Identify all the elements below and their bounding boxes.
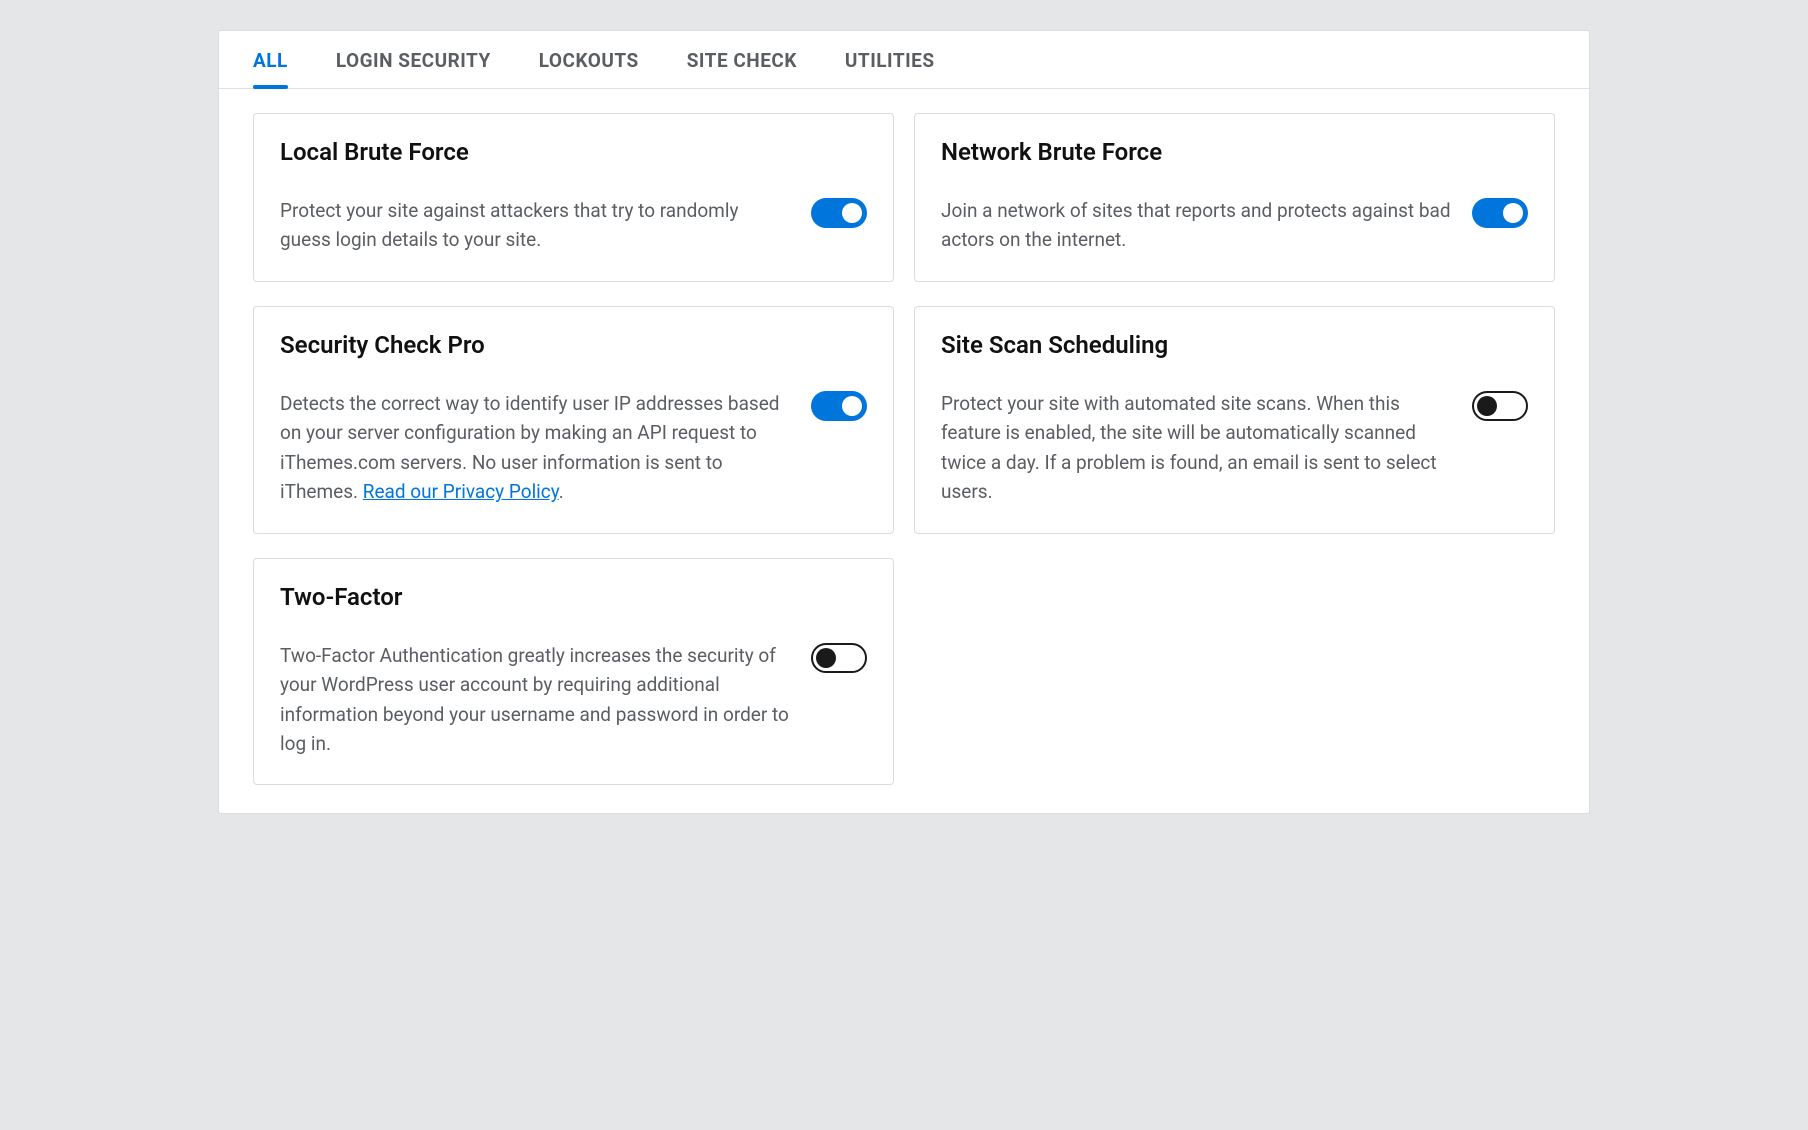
card-title: Two-Factor [280, 583, 867, 611]
card-description: Two-Factor Authentication greatly increa… [280, 641, 791, 759]
toggle-knob [1503, 203, 1523, 223]
card-security-check-pro: Security Check Pro Detects the correct w… [253, 306, 894, 534]
desc-suffix: . [559, 480, 564, 503]
card-body: Protect your site with automated site sc… [941, 389, 1528, 507]
toggle-two-factor[interactable] [811, 643, 867, 673]
toggle-site-scan-scheduling[interactable] [1472, 391, 1528, 421]
card-description: Protect your site with automated site sc… [941, 389, 1452, 507]
tab-all[interactable]: ALL [253, 49, 288, 88]
card-title: Network Brute Force [941, 138, 1528, 166]
settings-panel: ALL LOGIN SECURITY LOCKOUTS SITE CHECK U… [218, 30, 1590, 814]
toggle-knob [816, 648, 836, 668]
card-site-scan-scheduling: Site Scan Scheduling Protect your site w… [914, 306, 1555, 534]
card-description: Protect your site against attackers that… [280, 196, 791, 255]
card-body: Protect your site against attackers that… [280, 196, 867, 255]
privacy-policy-link[interactable]: Read our Privacy Policy [363, 480, 559, 503]
toggle-network-brute-force[interactable] [1472, 198, 1528, 228]
tab-site-check[interactable]: SITE CHECK [687, 49, 797, 88]
card-two-factor: Two-Factor Two-Factor Authentication gre… [253, 558, 894, 786]
card-body: Two-Factor Authentication greatly increa… [280, 641, 867, 759]
toggle-knob [1477, 396, 1497, 416]
tabs: ALL LOGIN SECURITY LOCKOUTS SITE CHECK U… [219, 31, 1589, 89]
card-body: Detects the correct way to identify user… [280, 389, 867, 507]
card-network-brute-force: Network Brute Force Join a network of si… [914, 113, 1555, 282]
card-title: Security Check Pro [280, 331, 867, 359]
toggle-local-brute-force[interactable] [811, 198, 867, 228]
card-body: Join a network of sites that reports and… [941, 196, 1528, 255]
tab-utilities[interactable]: UTILITIES [845, 49, 935, 88]
toggle-security-check-pro[interactable] [811, 391, 867, 421]
card-description: Join a network of sites that reports and… [941, 196, 1452, 255]
card-title: Local Brute Force [280, 138, 867, 166]
card-title: Site Scan Scheduling [941, 331, 1528, 359]
tab-lockouts[interactable]: LOCKOUTS [539, 49, 639, 88]
card-local-brute-force: Local Brute Force Protect your site agai… [253, 113, 894, 282]
toggle-knob [842, 203, 862, 223]
card-description: Detects the correct way to identify user… [280, 389, 791, 507]
toggle-knob [842, 396, 862, 416]
cards-grid: Local Brute Force Protect your site agai… [219, 89, 1589, 813]
tab-login-security[interactable]: LOGIN SECURITY [336, 49, 491, 88]
